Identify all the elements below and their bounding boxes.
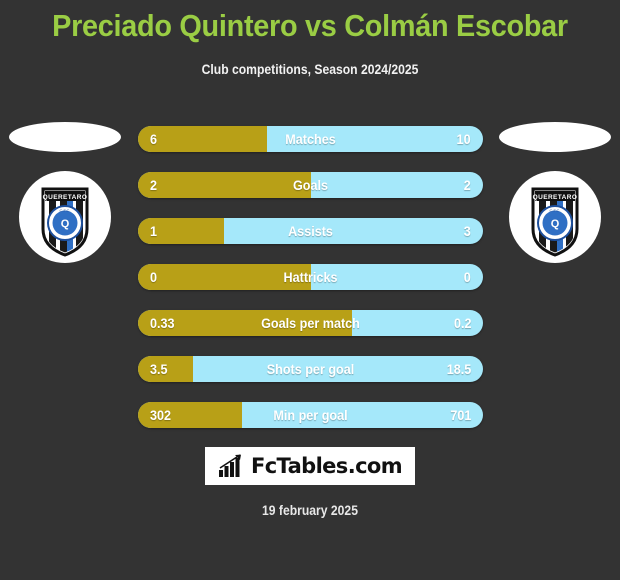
queretaro-crest-icon: QUERETARO Q C.F.C. (531, 187, 579, 257)
svg-text:C.F.C.: C.F.C. (549, 208, 560, 213)
footer-date: 19 february 2025 (262, 503, 358, 518)
away-value: 3 (463, 223, 471, 239)
queretaro-crest-icon: QUERETARO Q C.F.C. (41, 187, 89, 257)
away-player-photo (499, 122, 611, 152)
stat-row-assists: 1 Assists 3 (138, 218, 483, 244)
stat-row-min-per-goal: 302 Min per goal 701 (138, 402, 483, 428)
home-player-photo (9, 122, 121, 152)
bar-chart-arrow-icon (218, 454, 241, 477)
home-team-block: QUERETARO Q C.F.C. (0, 118, 130, 278)
away-value: 701 (449, 407, 471, 423)
stat-label: Matches (285, 131, 336, 147)
stat-row-shots-per-goal: 3.5 Shots per goal 18.5 (138, 356, 483, 382)
stat-row-matches: 6 Matches 10 (138, 126, 483, 152)
fctables-logo-text: FcTables.com (250, 454, 403, 478)
stat-row-hattricks: 0 Hattricks 0 (138, 264, 483, 290)
svg-text:C.F.C.: C.F.C. (59, 208, 70, 213)
stat-row-goals: 2 Goals 2 (138, 172, 483, 198)
stats-comparison-chart: 6 Matches 10 2 Goals 2 1 Assists 3 0 Hat… (138, 126, 483, 448)
away-value: 18.5 (446, 361, 471, 377)
away-value: 2 (463, 177, 471, 193)
page-subtitle: Club competitions, Season 2024/2025 (201, 62, 419, 77)
away-value: 0.2 (453, 315, 471, 331)
away-value: 10 (456, 131, 471, 147)
stat-row-goals-per-match: 0.33 Goals per match 0.2 (138, 310, 483, 336)
stat-label: Shots per goal (266, 361, 355, 377)
svg-text:Q: Q (551, 218, 560, 230)
stat-label: Goals (292, 177, 329, 193)
stat-label: Min per goal (273, 407, 348, 423)
home-badge-text: QUERETARO (43, 194, 88, 201)
away-team-block: QUERETARO Q C.F.C. (490, 118, 620, 278)
stat-label: Hattricks (283, 269, 338, 285)
stat-label: Assists (288, 223, 333, 239)
away-team-badge[interactable]: QUERETARO Q C.F.C. (509, 171, 601, 263)
away-value: 0 (463, 269, 471, 285)
away-badge-text: QUERETARO (533, 194, 578, 201)
page-title: Preciado Quintero vs Colmán Escobar (52, 8, 568, 43)
fctables-logo[interactable]: FcTables.com (205, 447, 415, 485)
stat-label: Goals per match (261, 315, 360, 331)
home-team-badge[interactable]: QUERETARO Q C.F.C. (19, 171, 111, 263)
svg-text:Q: Q (61, 218, 70, 230)
